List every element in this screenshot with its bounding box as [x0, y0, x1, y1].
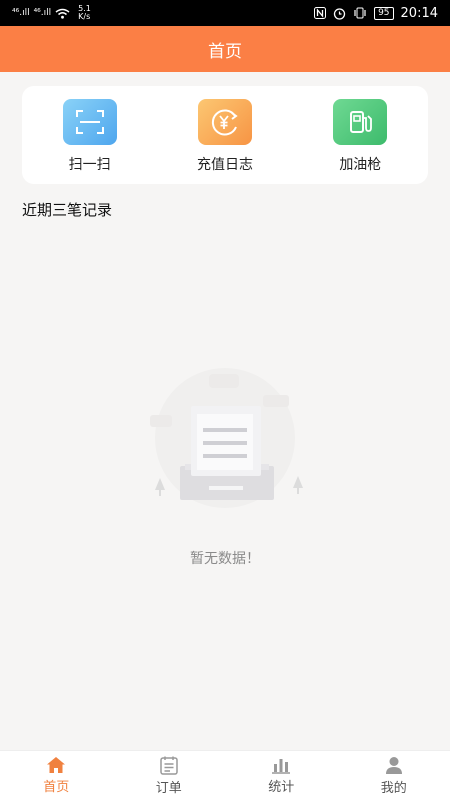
fuel-nozzle-label: 加油枪 [339, 157, 382, 173]
user-icon [385, 756, 402, 774]
alarm-icon [333, 7, 346, 20]
signal-1-icon: ⁴⁶.ıll [12, 8, 30, 18]
scan-button[interactable]: 扫一扫 [22, 86, 157, 184]
tab-profile[interactable]: 我的 [338, 751, 450, 800]
clock-time: 20:14 [400, 5, 438, 21]
tab-stats[interactable]: 统计 [225, 751, 338, 800]
network-speed: 5.1 K/s [78, 5, 91, 21]
battery-icon: 95 [374, 6, 394, 20]
speed-unit: K/s [78, 12, 91, 21]
tab-profile-label: 我的 [380, 780, 407, 796]
page-title: 首页 [208, 41, 242, 62]
fuel-nozzle-button[interactable]: 加油枪 [293, 86, 428, 184]
tab-home-label: 首页 [43, 780, 70, 795]
stats-icon [272, 759, 291, 774]
nfc-icon [314, 7, 327, 19]
quick-actions-card: 扫一扫 充值日志 加油枪 [22, 86, 428, 184]
recharge-log-button[interactable]: 充值日志 [157, 86, 292, 184]
fuel-nozzle-icon [333, 99, 388, 145]
status-bar: ⁴⁶.ıll ⁴⁶.ıll 5.1 K/s 95 20:14 [0, 0, 450, 26]
recharge-log-icon [197, 99, 252, 145]
recent-records-title: 近期三笔记录 [22, 201, 113, 219]
status-left: ⁴⁶.ıll ⁴⁶.ıll 5.1 K/s [12, 5, 91, 21]
order-icon [160, 756, 178, 775]
vibrate-icon [354, 7, 366, 19]
recharge-log-label: 充值日志 [196, 157, 253, 173]
scan-icon [62, 99, 117, 145]
empty-document-illustration [150, 368, 303, 508]
tab-orders[interactable]: 订单 [113, 751, 226, 800]
bottom-tab-bar: 首页 订单 统计 我的 [0, 750, 450, 800]
tab-orders-label: 订单 [155, 781, 182, 796]
empty-state-text: 暂无数据！ [190, 551, 260, 567]
tab-stats-label: 统计 [268, 780, 295, 795]
signal-2-icon: ⁴⁶.ıll [33, 8, 52, 18]
home-icon [47, 757, 66, 773]
app-header: 首页 [0, 26, 450, 72]
status-right: 95 20:14 [314, 6, 438, 21]
wifi-icon [55, 8, 70, 19]
tab-home[interactable]: 首页 [0, 751, 113, 800]
scan-label: 扫一扫 [68, 157, 111, 173]
empty-state: 暂无数据！ [0, 360, 450, 568]
